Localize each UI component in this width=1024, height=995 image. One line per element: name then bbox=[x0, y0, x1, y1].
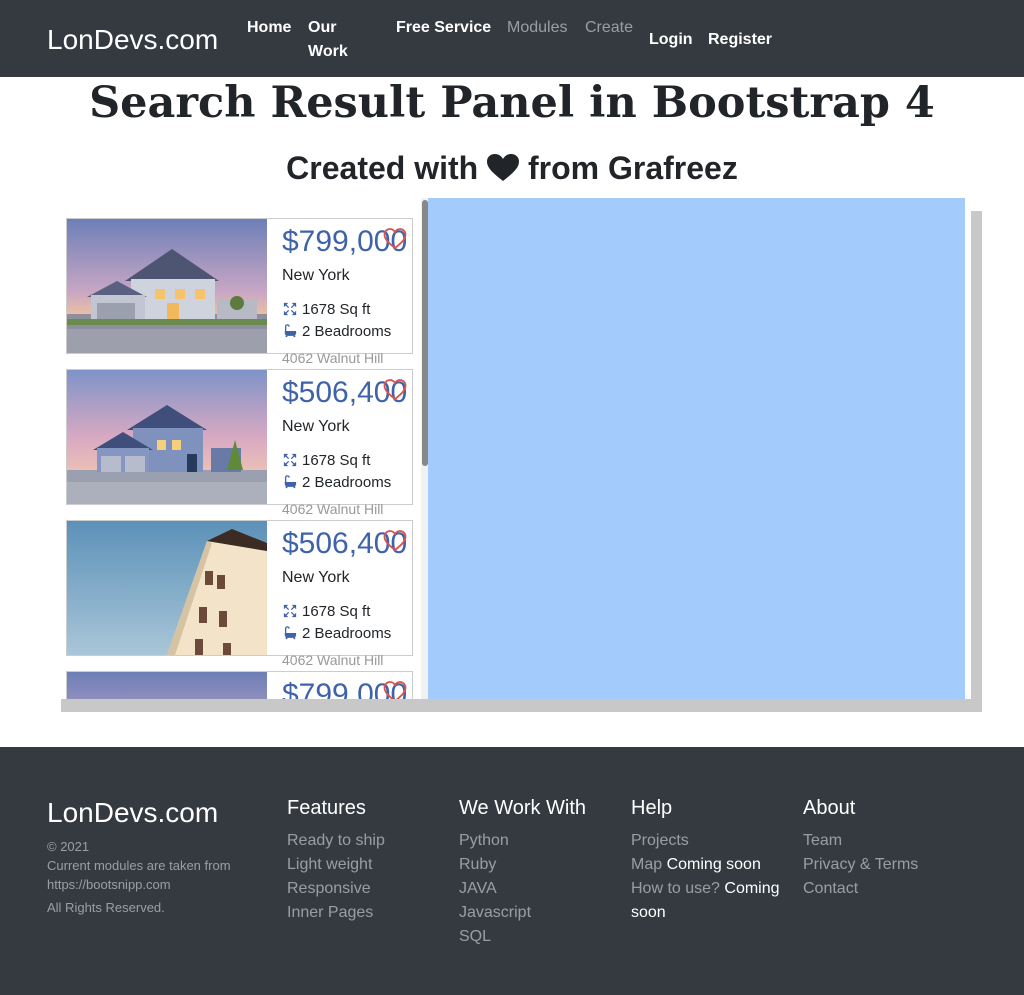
footer-link-projects[interactable]: Projects bbox=[631, 829, 801, 853]
listing-rooms: 2 Beadrooms bbox=[282, 323, 391, 340]
favorite-heart-icon[interactable] bbox=[383, 378, 407, 402]
footer-brand: LonDevs.com bbox=[47, 797, 219, 828]
bathtub-icon bbox=[282, 475, 298, 489]
footer-link[interactable]: SQL bbox=[459, 925, 629, 949]
footer-link[interactable]: Team bbox=[803, 829, 973, 853]
footer-copyright: © 2021 bbox=[47, 839, 90, 854]
footer-link[interactable]: JAVA bbox=[459, 877, 629, 901]
footer-rights: All Rights Reserved. bbox=[47, 900, 165, 915]
favorite-heart-icon[interactable] bbox=[383, 227, 407, 251]
listing-card[interactable]: $506,400 New York 1678 Sq ft 2 Beadrooms 406… bbox=[66, 520, 413, 668]
nav-our-work-line1: Our bbox=[308, 19, 337, 36]
favorite-heart-icon[interactable] bbox=[383, 529, 407, 553]
listing-city: New York bbox=[282, 267, 350, 284]
listing-rooms: 2 Beadrooms bbox=[282, 474, 391, 491]
listing-scroll-area[interactable]: $799,000 New York 1678 Sq ft 2 Beadrooms 406… bbox=[61, 198, 421, 699]
footer-link[interactable]: Inner Pages bbox=[287, 901, 457, 925]
footer-link-label: Map bbox=[631, 856, 663, 873]
listing-rooms-text: 2 Beadrooms bbox=[302, 474, 392, 491]
footer-link[interactable]: Privacy & Terms bbox=[803, 853, 973, 877]
footer-link-label: How to use? bbox=[631, 880, 720, 897]
footer-col-features: Features Ready to ship Light weight Resp… bbox=[287, 797, 457, 925]
brand-logo[interactable]: LonDevs.com bbox=[47, 24, 218, 56]
footer-note-line1: Current modules are taken from bbox=[47, 858, 231, 873]
listing-card[interactable]: $506,400 New York 1678 Sq ft 2 Beadrooms 406… bbox=[66, 369, 413, 517]
listing-area-text: 1678 Sq ft bbox=[302, 301, 371, 318]
footer: LonDevs.com © 2021 Current modules are t… bbox=[0, 747, 1024, 995]
page-title: Search Result Panel in Bootstrap 4 bbox=[89, 78, 935, 128]
listing-photo[interactable] bbox=[67, 521, 267, 655]
footer-link[interactable]: Light weight bbox=[287, 853, 457, 877]
footer-col-title: About bbox=[803, 797, 856, 819]
listing-photo[interactable] bbox=[67, 219, 267, 353]
listing-address: 4062 Walnut Hill bbox=[282, 501, 384, 517]
coming-soon-label: Coming soon bbox=[666, 856, 761, 873]
footer-link-map[interactable]: Map Coming soon bbox=[631, 853, 801, 877]
footer-link[interactable]: Responsive bbox=[287, 877, 457, 901]
nav-free-service[interactable]: Free Service bbox=[396, 16, 491, 40]
subtitle-prefix: Created with bbox=[286, 150, 479, 186]
footer-col-about: About Team Privacy & Terms Contact bbox=[803, 797, 973, 901]
footer-link-how-to-use[interactable]: How to use? Coming soon bbox=[631, 877, 801, 925]
coming-soon-label: Coming bbox=[724, 880, 780, 897]
footer-col-help: Help Projects Map Coming soon How to use… bbox=[631, 797, 801, 925]
map-area[interactable] bbox=[428, 198, 965, 699]
listing-address: 4062 Walnut Hill bbox=[282, 350, 384, 366]
nav-our-work-line2: Work bbox=[308, 43, 348, 60]
footer-col-title: Help bbox=[631, 797, 673, 819]
listing-city: New York bbox=[282, 418, 350, 435]
top-navbar: LonDevs.com Home Our Work Free Service M… bbox=[0, 0, 1024, 77]
footer-col-we-work-with: We Work With Python Ruby JAVA Javascript… bbox=[459, 797, 629, 949]
listing-area: 1678 Sq ft bbox=[282, 301, 370, 318]
footer-link[interactable]: Ready to ship bbox=[287, 829, 457, 853]
nav-modules[interactable]: Modules bbox=[507, 16, 567, 40]
nav-login[interactable]: Login bbox=[649, 28, 693, 52]
listing-area: 1678 Sq ft bbox=[282, 603, 370, 620]
coming-soon-label-cont: soon bbox=[631, 904, 666, 921]
listing-rooms: 2 Beadrooms bbox=[282, 625, 391, 642]
nav-create[interactable]: Create bbox=[585, 16, 633, 40]
subtitle-suffix: from Grafreez bbox=[527, 150, 738, 186]
listing-address: 4062 Walnut Hill bbox=[282, 652, 384, 668]
footer-link[interactable]: Python bbox=[459, 829, 629, 853]
footer-col-title: Features bbox=[287, 797, 366, 819]
expand-icon bbox=[282, 604, 298, 618]
footer-link[interactable]: Ruby bbox=[459, 853, 629, 877]
expand-icon bbox=[282, 302, 298, 316]
listing-rooms-text: 2 Beadrooms bbox=[302, 323, 392, 340]
search-result-panel: $799,000 New York 1678 Sq ft 2 Beadrooms 406… bbox=[61, 198, 971, 699]
listing-photo[interactable] bbox=[67, 672, 267, 699]
listing-photo[interactable] bbox=[67, 370, 267, 504]
footer-link[interactable]: Contact bbox=[803, 877, 973, 901]
page-subtitle: Created with from Grafreez bbox=[0, 150, 1024, 190]
listing-card[interactable]: $799,000 New York 1678 Sq ft 2 Beadrooms 406… bbox=[66, 218, 413, 366]
nav-register[interactable]: Register bbox=[708, 28, 772, 52]
expand-icon bbox=[282, 453, 298, 467]
listing-area: 1678 Sq ft bbox=[282, 452, 370, 469]
footer-col-title: We Work With bbox=[459, 797, 587, 819]
listing-rooms-text: 2 Beadrooms bbox=[302, 625, 392, 642]
listing-card[interactable]: $799,000 bbox=[66, 671, 413, 699]
heart-icon bbox=[487, 153, 520, 190]
bathtub-icon bbox=[282, 626, 298, 640]
bathtub-icon bbox=[282, 324, 298, 338]
listing-area-text: 1678 Sq ft bbox=[302, 603, 371, 620]
listing-area-text: 1678 Sq ft bbox=[302, 452, 371, 469]
favorite-heart-icon[interactable] bbox=[383, 680, 407, 699]
footer-link[interactable]: Javascript bbox=[459, 901, 629, 925]
nav-our-work[interactable]: Our Work bbox=[308, 16, 348, 64]
listing-city: New York bbox=[282, 569, 350, 586]
nav-home[interactable]: Home bbox=[247, 16, 291, 40]
footer-note-line2: https://bootsnipp.com bbox=[47, 877, 171, 892]
